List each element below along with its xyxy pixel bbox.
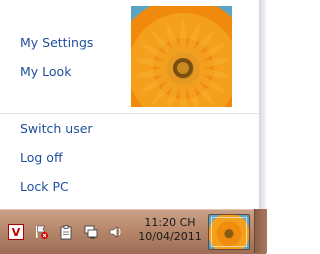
clock-time: 11:20 CH xyxy=(144,216,196,229)
taskbar-clock[interactable]: 11:20 CH 10/04/2011 xyxy=(135,216,205,244)
my-settings-link[interactable]: My Settings xyxy=(20,35,93,51)
show-desktop-button[interactable] xyxy=(254,209,267,253)
clipboard-icon[interactable] xyxy=(58,224,74,240)
user-avatar-picture[interactable] xyxy=(131,6,232,107)
log-off-link[interactable]: Log off xyxy=(20,150,63,166)
switch-user-link[interactable]: Switch user xyxy=(20,121,93,137)
action-center-flag-icon[interactable] xyxy=(33,224,49,240)
speaker-icon[interactable] xyxy=(108,224,124,240)
my-look-link[interactable]: My Look xyxy=(20,64,71,80)
clock-date: 10/04/2011 xyxy=(138,230,202,243)
lock-pc-link[interactable]: Lock PC xyxy=(20,179,69,195)
menu-shadow xyxy=(259,0,266,209)
network-icon[interactable] xyxy=(83,224,99,240)
user-picture-thumbnail-button[interactable] xyxy=(208,214,250,250)
menu-divider xyxy=(0,113,259,114)
thumbnail-frame xyxy=(211,217,247,247)
antivirus-icon[interactable]: V xyxy=(8,224,24,240)
user-menu-panel: My Settings My Look Switch user Log off … xyxy=(0,0,259,209)
flower-image xyxy=(135,20,231,107)
